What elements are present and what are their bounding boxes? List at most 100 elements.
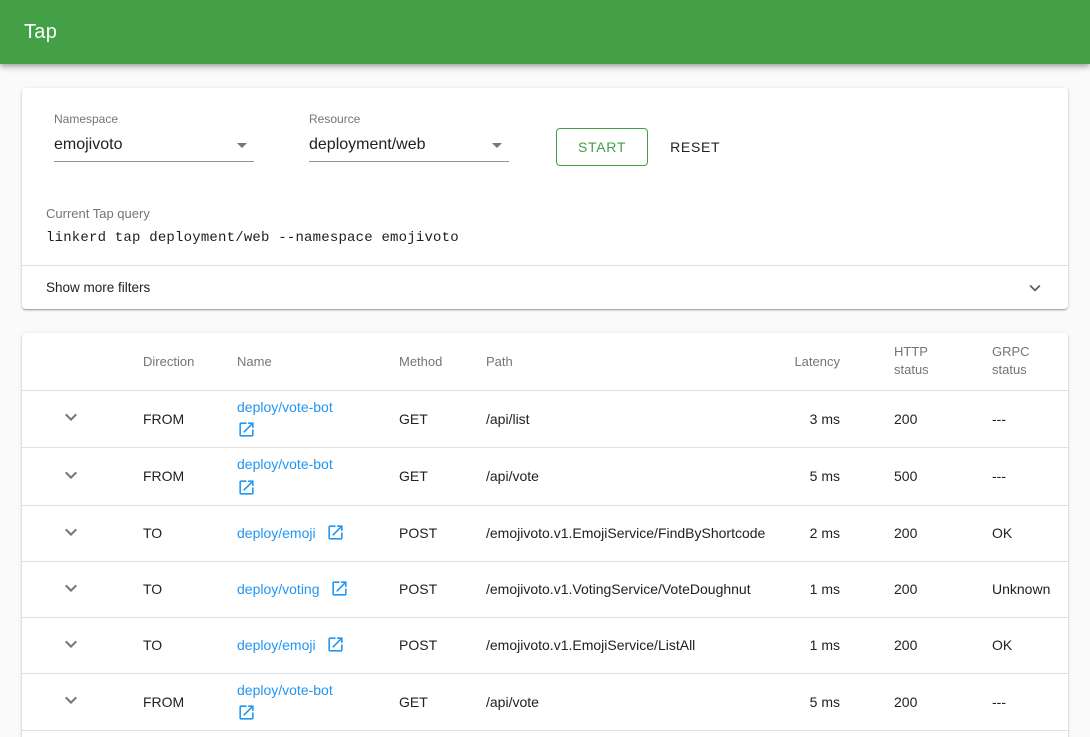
expand-row-button[interactable] [59,576,83,600]
table-row: FROM deploy/vote-bot GET /api/vote 5 ms … [22,448,1068,506]
method-cell: GET [375,673,462,731]
http-status-cell: 200 [870,505,982,561]
resource-link[interactable]: deploy/vote-bot [237,682,333,698]
namespace-select-field: Namespace emojivoto [54,112,254,162]
namespace-label: Namespace [54,112,254,126]
name-cell-content: deploy/vote-bot [237,456,375,497]
method-cell: POST [375,617,462,673]
table-row: FROM deploy/vote-bot GET /api/list 3 ms … [22,390,1068,448]
main-content: Namespace emojivoto Resource deployment/… [0,88,1090,737]
direction-value: FROM [143,411,184,427]
grpc-status-value: --- [992,411,1006,427]
expand-cell [22,561,119,617]
grpc-status-value: Unknown [992,581,1050,597]
resource-link[interactable]: deploy/voting [237,581,320,597]
method-value: GET [399,468,428,484]
path-value: /api/list [486,411,530,427]
latency-value: 5 ms [810,468,840,484]
name-cell-content: deploy/vote-bot [237,682,375,723]
resource-link[interactable]: deploy/emoji [237,525,316,541]
path-cell: /emojivoto.v1.EmojiService/FindByShortco… [462,505,780,561]
path-cell: /api/vote [462,673,780,731]
method-value: POST [399,637,437,653]
expand-cell [22,617,119,673]
path-cell: /api/vote [462,448,780,506]
name-cell-content: deploy/emoji [237,637,345,653]
method-cell: GET [375,448,462,506]
path-value: /api/vote [486,694,539,710]
grpc-status-cell: --- [982,448,1068,506]
col-grpc-status: GRPC status [982,333,1068,390]
expand-cell [22,390,119,448]
col-expand [22,333,119,390]
resource-link[interactable]: deploy/emoji [237,637,316,653]
expand-row-button[interactable] [59,405,83,429]
grpc-status-cell: Unknown [982,561,1068,617]
path-value: /emojivoto.v1.VotingService/VoteDoughnut [486,581,751,597]
col-latency: Latency [780,333,870,390]
col-direction: Direction [119,333,213,390]
tap-filter-card: Namespace emojivoto Resource deployment/… [22,88,1068,309]
open-in-new-icon[interactable] [326,635,345,654]
table-row: TO deploy/voting POST /emojivoto.v1.Voti… [22,561,1068,617]
tap-query-command: linkerd tap deployment/web --namespace e… [46,230,1044,246]
start-button[interactable]: START [556,128,648,166]
direction-value: TO [143,637,162,653]
http-status-value: 200 [894,637,917,653]
name-cell-content: deploy/emoji [237,525,345,541]
grpc-status-value: OK [992,525,1012,541]
expand-row-button[interactable] [59,688,83,712]
grpc-status-cell: --- [982,673,1068,731]
expand-row-button[interactable] [59,463,83,487]
open-in-new-icon[interactable] [237,703,256,722]
col-name: Name [213,333,375,390]
open-in-new-icon[interactable] [237,420,256,439]
name-cell: deploy/vote-bot [213,673,375,731]
method-cell: GET [375,390,462,448]
grpc-status-cell: OK [982,617,1068,673]
http-status-value: 200 [894,411,917,427]
show-more-filters-toggle[interactable]: Show more filters [22,266,1068,309]
resource-link[interactable]: deploy/vote-bot [237,456,333,472]
latency-cell: 3 ms [780,390,870,448]
latency-cell: 5 ms [780,673,870,731]
grpc-status-cell: --- [982,390,1068,448]
http-status-cell: 200 [870,390,982,448]
latency-cell: 2 ms [780,505,870,561]
open-in-new-icon[interactable] [326,523,345,542]
method-value: POST [399,581,437,597]
expand-cell [22,673,119,731]
direction-cell: TO [119,617,213,673]
http-status-cell: 200 [870,617,982,673]
name-cell: deploy/voting [213,561,375,617]
path-cell: /emojivoto.v1.VotingService/VoteDoughnut [462,561,780,617]
expand-row-button[interactable] [59,632,83,656]
method-cell: POST [375,561,462,617]
latency-value: 3 ms [810,411,840,427]
namespace-select[interactable]: emojivoto [54,131,254,162]
dropdown-arrow-icon [230,133,254,157]
direction-value: FROM [143,468,184,484]
http-status-cell: 500 [870,448,982,506]
path-cell: /emojivoto.v1.EmojiService/ListAll [462,617,780,673]
filter-buttons: START RESET [556,128,728,166]
col-path: Path [462,333,780,390]
direction-cell: FROM [119,390,213,448]
path-value: /emojivoto.v1.EmojiService/FindByShortco… [486,525,765,541]
tap-results-card: Direction Name Method Path Latency HTTP … [22,333,1068,737]
direction-cell: TO [119,561,213,617]
reset-button[interactable]: RESET [662,129,728,165]
open-in-new-icon[interactable] [237,478,256,497]
resource-select[interactable]: deployment/web [309,131,509,162]
open-in-new-icon[interactable] [330,579,349,598]
http-status-value: 200 [894,581,917,597]
resource-select-field: Resource deployment/web [309,112,509,162]
name-cell: deploy/emoji [213,505,375,561]
latency-value: 1 ms [810,581,840,597]
resource-link[interactable]: deploy/vote-bot [237,399,333,415]
expand-cell [22,448,119,506]
expand-row-button[interactable] [59,520,83,544]
name-cell-content: deploy/vote-bot [237,399,375,440]
grpc-status-cell: OK [982,505,1068,561]
table-row: TO deploy/emoji POST /emojivoto.v1.Emoji… [22,617,1068,673]
